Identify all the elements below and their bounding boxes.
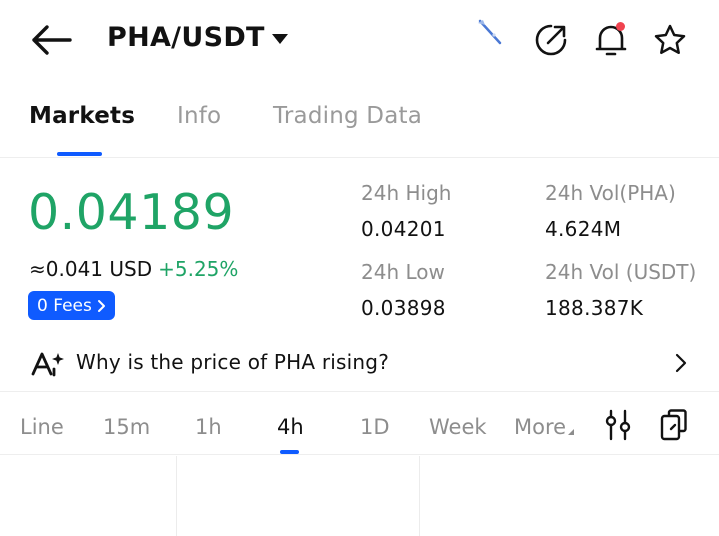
volume-quote-label: 24h Vol (USDT) (545, 260, 697, 284)
chart-area[interactable] (0, 456, 719, 536)
interval-more-label: More (514, 415, 567, 439)
interval-15m[interactable]: 15m (103, 415, 150, 439)
active-interval-indicator (280, 450, 299, 454)
interval-1h[interactable]: 1h (195, 415, 222, 439)
share-icon (535, 24, 567, 56)
volume-base-label: 24h Vol(PHA) (545, 181, 676, 205)
high-label: 24h High (361, 181, 452, 205)
back-arrow-icon (32, 25, 72, 55)
price-insight-row[interactable]: Why is the price of PHA rising? (0, 336, 719, 392)
indicator-settings-icon (605, 409, 631, 441)
pair-selector[interactable]: PHA/USDT (107, 22, 289, 53)
interval-4h[interactable]: 4h (277, 415, 304, 439)
tab-markets[interactable]: Markets (29, 103, 135, 129)
tab-info[interactable]: Info (177, 103, 221, 129)
chart-gridline (419, 456, 420, 536)
active-tab-indicator (57, 152, 102, 156)
price-usd-approx: ≈0.041 USD +5.25% (29, 257, 238, 281)
price-insight-text: Why is the price of PHA rising? (76, 350, 390, 374)
back-button[interactable] (30, 20, 78, 60)
interval-more[interactable]: More (514, 415, 575, 439)
notifications-button[interactable] (593, 20, 629, 60)
ai-sparkle-icon (31, 352, 64, 377)
favorite-button[interactable] (652, 20, 688, 60)
volume-base-value: 4.624M (545, 217, 622, 241)
caret-corner-icon (568, 429, 575, 435)
share-button[interactable] (533, 20, 569, 60)
pair-title: PHA/USDT (107, 22, 265, 53)
interval-1d[interactable]: 1D (360, 415, 390, 439)
header: PHA/USDT (0, 0, 719, 82)
low-value: 0.03898 (361, 296, 446, 320)
last-price: 0.04189 (28, 184, 235, 241)
chevron-right-icon (97, 299, 105, 312)
interval-week[interactable]: Week (429, 415, 487, 439)
zero-fees-badge[interactable]: 0 Fees (28, 291, 115, 320)
star-icon (654, 24, 686, 55)
notification-dot (616, 22, 625, 31)
interval-bar: Line 15m 1h 4h 1D Week More (0, 393, 719, 455)
indicator-settings-button[interactable] (602, 408, 634, 442)
chevron-right-icon (675, 353, 687, 373)
price-change-percent: +5.25% (158, 257, 239, 281)
copy-layout-icon (660, 409, 687, 441)
sparkle-icon[interactable] (474, 17, 504, 47)
fees-label: 0 Fees (37, 295, 92, 316)
page-tabs: Markets Info Trading Data (0, 96, 719, 158)
chart-gridline (176, 456, 177, 536)
interval-line[interactable]: Line (20, 415, 64, 439)
low-label: 24h Low (361, 260, 445, 284)
high-value: 0.04201 (361, 217, 446, 241)
volume-quote-value: 188.387K (545, 296, 644, 320)
usd-approx-value: ≈0.041 USD (29, 257, 153, 281)
copy-layout-button[interactable] (658, 408, 690, 442)
tab-trading-data[interactable]: Trading Data (273, 103, 422, 129)
caret-down-icon (271, 33, 288, 44)
